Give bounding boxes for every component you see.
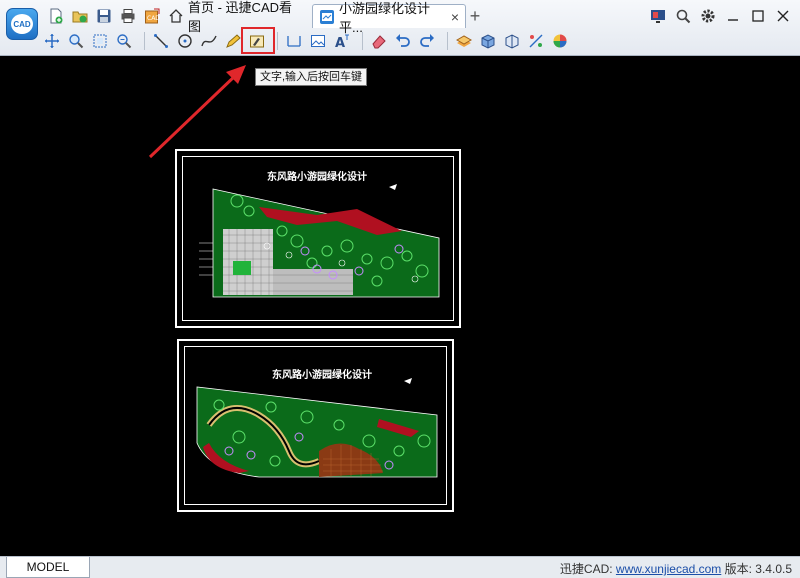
close-window-icon[interactable] bbox=[772, 5, 794, 27]
color-icon[interactable] bbox=[550, 31, 570, 51]
home-icon bbox=[169, 9, 183, 23]
zoom-window-icon[interactable] bbox=[90, 31, 110, 51]
zoom-icon[interactable] bbox=[66, 31, 86, 51]
tooltip: 文字,输入后按回车键 bbox=[255, 68, 368, 86]
sheet-2-title: 东风路小游园绿化设计 bbox=[272, 370, 372, 381]
tab-home[interactable]: 首页 - 迅捷CAD看图 bbox=[162, 0, 308, 34]
drawing-sheet-2[interactable]: 东风路小游园绿化设计 bbox=[177, 339, 454, 512]
layer-icon[interactable] bbox=[454, 31, 474, 51]
image-icon[interactable] bbox=[308, 31, 328, 51]
drawing-toolbar: A bbox=[42, 30, 574, 52]
tab-document[interactable]: 小游园绿化设计平... × bbox=[312, 1, 466, 35]
text-tool-highlight bbox=[241, 27, 275, 54]
cad-file-icon bbox=[320, 9, 334, 24]
3d-view-icon[interactable] bbox=[502, 31, 522, 51]
dimension-icon[interactable] bbox=[284, 31, 304, 51]
website-link[interactable]: www.xunjiecad.com bbox=[616, 562, 721, 576]
window-controls bbox=[644, 4, 794, 28]
curve-icon[interactable] bbox=[199, 31, 219, 51]
svg-text:CAD: CAD bbox=[147, 15, 160, 22]
zoom-extents-icon[interactable] bbox=[114, 31, 134, 51]
new-file-icon[interactable] bbox=[46, 6, 66, 26]
app-logo[interactable]: CAD bbox=[6, 8, 38, 40]
app-logo-text: CAD bbox=[11, 14, 33, 34]
screen-icon[interactable] bbox=[647, 5, 669, 27]
close-tab-icon[interactable]: × bbox=[451, 9, 459, 25]
maximize-icon[interactable] bbox=[747, 5, 769, 27]
pan-icon[interactable] bbox=[42, 31, 62, 51]
export-icon[interactable]: CAD bbox=[142, 6, 162, 26]
toolbar-separator bbox=[447, 32, 448, 50]
undo-icon[interactable] bbox=[393, 31, 413, 51]
print-icon[interactable] bbox=[118, 6, 138, 26]
settings-icon[interactable] bbox=[526, 31, 546, 51]
sheet-1-title: 东风路小游园绿化设计 bbox=[267, 172, 367, 183]
3d-box-icon[interactable] bbox=[478, 31, 498, 51]
quick-access-toolbar: CAD bbox=[46, 4, 166, 28]
title-toolbar-area: CAD CAD 首页 - 迅捷CAD看图 小游园绿化设计平... × + A bbox=[0, 0, 800, 56]
toolbar-separator bbox=[362, 32, 363, 50]
search-icon[interactable] bbox=[672, 5, 694, 27]
svg-text:A: A bbox=[335, 36, 345, 49]
status-bar: MODEL 迅捷CAD: www.xunjiecad.com 版本: 3.4.0… bbox=[0, 556, 800, 578]
toolbar-separator bbox=[277, 32, 278, 50]
eraser-icon[interactable] bbox=[369, 31, 389, 51]
line-icon[interactable] bbox=[151, 31, 171, 51]
new-tab-button[interactable]: + bbox=[466, 4, 484, 28]
brand-label: 迅捷CAD: bbox=[559, 562, 616, 576]
version-label: 版本: 3.4.0.5 bbox=[721, 562, 792, 576]
version-info: 迅捷CAD: www.xunjiecad.com 版本: 3.4.0.5 bbox=[560, 560, 792, 577]
pencil-icon[interactable] bbox=[223, 31, 243, 51]
model-tab[interactable]: MODEL bbox=[6, 557, 90, 578]
open-file-icon[interactable] bbox=[70, 6, 90, 26]
save-icon[interactable] bbox=[94, 6, 114, 26]
minimize-icon[interactable] bbox=[722, 5, 744, 27]
circle-icon[interactable] bbox=[175, 31, 195, 51]
redo-icon[interactable] bbox=[417, 31, 437, 51]
gear-icon[interactable] bbox=[697, 5, 719, 27]
drawing-sheet-1[interactable]: 东风路小游园绿化设计 bbox=[175, 149, 461, 328]
text-style-icon[interactable]: A bbox=[332, 31, 352, 51]
toolbar-separator bbox=[144, 32, 145, 50]
